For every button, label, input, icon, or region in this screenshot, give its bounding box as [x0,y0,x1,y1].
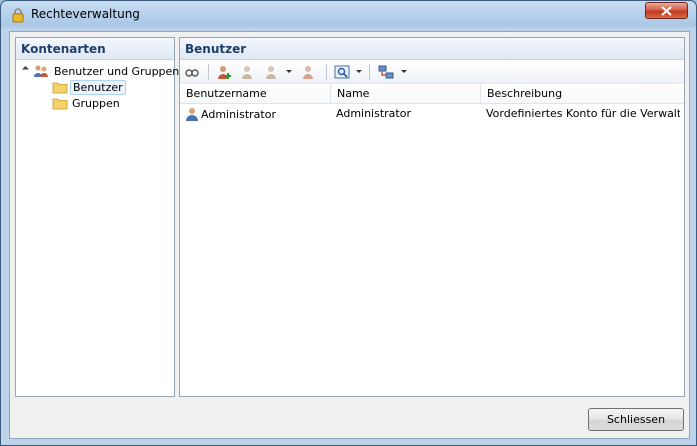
users-grid-header: Benutzername Name Beschreibung [180,84,684,104]
description-cell: Vordefiniertes Konto für die Verwaltun..… [486,107,680,120]
close-dialog-button[interactable]: Schliessen [588,408,684,431]
tree-item-groups[interactable]: Gruppen [16,96,174,112]
user-properties-icon[interactable] [264,64,280,80]
table-row[interactable]: Administrator Administrator Vordefiniert… [180,104,684,124]
folder-icon [52,82,68,94]
search-icon[interactable] [334,64,350,80]
collapse-arrow-icon[interactable] [21,65,30,74]
tree-item-users[interactable]: Benutzer [16,80,174,96]
folder-icon [52,98,68,110]
username-text: Administrator [201,108,276,121]
column-header-description[interactable]: Beschreibung [480,84,684,104]
delete-user-icon[interactable] [300,64,316,80]
users-header: Benutzer [180,38,684,60]
users-toolbar [180,60,684,84]
tree-item-label: Benutzer [70,80,126,95]
toolbar-separator [208,64,209,80]
dropdown-caret-icon[interactable] [286,70,292,73]
window-title: Rechteverwaltung [31,7,140,21]
users-panel: Benutzer Benutzername Name Beschreibung … [179,37,685,397]
tree-item-users-and-groups[interactable]: Benutzer und Gruppen [16,64,179,80]
toolbar-separator [326,64,327,80]
title-bar[interactable]: Rechteverwaltung [1,1,696,29]
name-cell: Administrator [336,107,411,120]
edit-user-icon[interactable] [240,64,256,80]
dropdown-caret-icon[interactable] [356,70,362,73]
account-types-panel: Kontenarten Benutzer und Gruppen Benutze… [15,37,179,397]
close-icon [661,6,672,16]
username-cell: Administrator [185,107,327,121]
user-icon [186,108,198,121]
account-types-header: Kontenarten [16,38,174,60]
toolbar-separator [369,64,370,80]
lock-icon [12,8,24,23]
dialog-client-area: Kontenarten Benutzer und Gruppen Benutze… [9,31,690,439]
network-icon[interactable] [378,64,394,80]
users-groups-icon [34,65,48,77]
column-header-name[interactable]: Name [330,84,480,104]
column-header-username[interactable]: Benutzername [180,87,330,103]
tree-item-label: Benutzer und Gruppen [54,65,180,78]
dropdown-caret-icon[interactable] [401,70,407,73]
view-icon[interactable] [184,64,200,80]
add-user-icon[interactable] [216,64,232,80]
tree-item-label: Gruppen [72,97,120,110]
dialog-window: Rechteverwaltung Kontenarten Benutzer un… [0,0,697,446]
close-button-label: Schliessen [606,413,666,426]
account-tree: Benutzer und Gruppen Benutzer Gruppen [16,60,179,112]
window-close-button[interactable] [645,2,688,19]
